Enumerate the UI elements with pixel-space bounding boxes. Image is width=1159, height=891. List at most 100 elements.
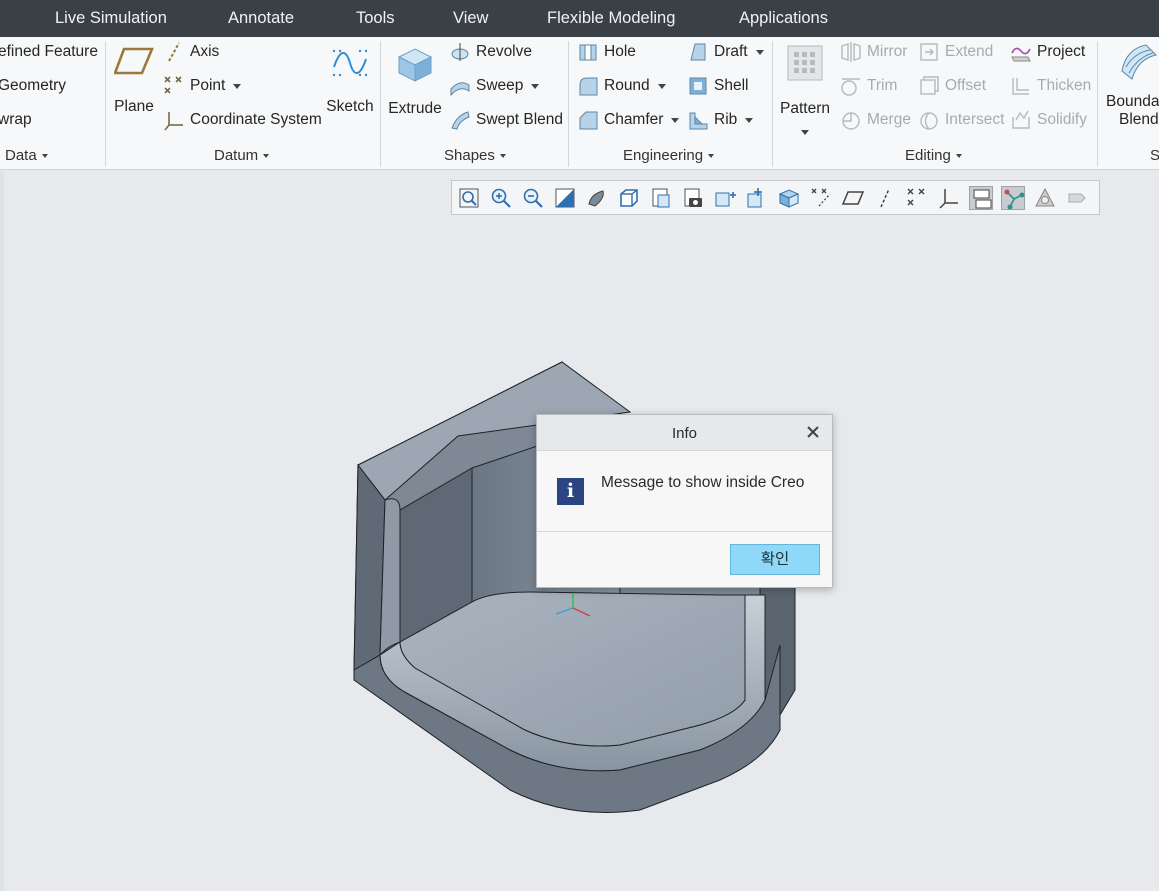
group-divider	[105, 41, 106, 167]
user-defined-feature-button[interactable]: efined Feature	[0, 39, 98, 65]
csys-display-icon[interactable]	[905, 186, 929, 210]
chevron-down-icon	[671, 117, 680, 123]
coordinate-system-icon	[164, 112, 183, 131]
chevron-down-icon	[41, 153, 48, 158]
refit-icon[interactable]	[457, 186, 481, 210]
section-icon[interactable]	[777, 186, 801, 210]
group-label-shapes[interactable]: Shapes	[444, 147, 506, 164]
left-panel-edge	[0, 171, 4, 891]
plane-label: Plane	[114, 98, 154, 115]
chamfer-icon	[579, 111, 598, 130]
perspective-icon[interactable]	[681, 186, 705, 210]
intersect-icon	[920, 112, 938, 130]
active-display-icon[interactable]	[937, 186, 961, 210]
point-display-icon[interactable]	[873, 186, 897, 210]
group-label-editing[interactable]: Editing	[905, 147, 962, 164]
boundary-blend-icon	[1121, 44, 1157, 80]
merge-icon	[842, 112, 860, 130]
sketch-button[interactable]: Sketch	[326, 45, 374, 116]
menu-flexible-modeling[interactable]: Flexible Modeling	[547, 9, 675, 28]
project-button[interactable]: Project	[1010, 39, 1085, 65]
menu-view[interactable]: View	[453, 9, 488, 28]
info-icon: i	[557, 478, 584, 505]
rib-button[interactable]: Rib	[687, 107, 754, 133]
shade-icon[interactable]	[1033, 186, 1057, 210]
menu-live-simulation[interactable]: Live Simulation	[55, 9, 167, 28]
sketch-icon	[332, 49, 368, 77]
plane-button[interactable]: Plane	[112, 45, 156, 116]
zoom-in-icon[interactable]	[489, 186, 513, 210]
ribbon: efined Feature Geometry wrap Data Plane …	[0, 37, 1159, 170]
chevron-down-icon	[233, 83, 242, 89]
solidify-button[interactable]: Solidify	[1010, 107, 1087, 133]
mirror-icon	[841, 42, 861, 62]
spin-center-icon[interactable]	[745, 186, 769, 210]
trim-button[interactable]: Trim	[840, 73, 897, 99]
round-button[interactable]: Round	[577, 73, 666, 99]
info-dialog: Info i Message to show inside Creo 확인	[536, 414, 833, 588]
extend-icon	[920, 43, 938, 61]
plane-display-icon[interactable]	[809, 186, 833, 210]
annotation-display-icon[interactable]	[713, 186, 737, 210]
hole-button[interactable]: Hole	[577, 39, 636, 65]
shell-button[interactable]: Shell	[687, 73, 748, 99]
sweep-button[interactable]: Sweep	[449, 73, 540, 99]
shrinkwrap-button[interactable]: wrap	[0, 107, 32, 133]
saved-orientations-icon[interactable]	[617, 186, 641, 210]
pattern-icon	[787, 45, 823, 81]
pattern-label: Pattern	[780, 100, 830, 117]
visibility-icon[interactable]	[1065, 186, 1089, 210]
display-style-icon[interactable]	[585, 186, 609, 210]
close-icon[interactable]	[804, 423, 822, 441]
menu-applications[interactable]: Applications	[739, 9, 828, 28]
view-manager-icon[interactable]	[649, 186, 673, 210]
node-display-icon[interactable]	[969, 186, 993, 210]
coordinate-system-button[interactable]: Coordinate System	[163, 107, 322, 133]
swept-blend-button[interactable]: Swept Blend	[449, 107, 563, 133]
menu-tools[interactable]: Tools	[356, 9, 395, 28]
chevron-down-icon	[955, 153, 962, 158]
extrude-button[interactable]: Extrude	[386, 43, 444, 118]
pattern-button[interactable]: Pattern	[779, 43, 831, 140]
draft-button[interactable]: Draft	[687, 39, 764, 65]
trim-icon	[841, 78, 860, 96]
chevron-down-icon	[657, 83, 666, 89]
chamfer-button[interactable]: Chamfer	[577, 107, 680, 133]
menu-annotate[interactable]: Annotate	[228, 9, 294, 28]
dialog-body: i Message to show inside Creo	[537, 451, 832, 532]
zoom-out-icon[interactable]	[521, 186, 545, 210]
plane-icon	[113, 47, 154, 75]
graphics-toolbar	[451, 180, 1100, 215]
dialog-titlebar[interactable]: Info	[537, 415, 832, 451]
group-label-data[interactable]: Data	[5, 147, 48, 164]
copy-geometry-button[interactable]: Geometry	[0, 73, 66, 99]
point-button[interactable]: Point	[163, 73, 242, 99]
mirror-button[interactable]: Mirror	[840, 39, 907, 65]
chevron-down-icon	[531, 83, 540, 89]
revolve-button[interactable]: Revolve	[449, 39, 532, 65]
thicken-button[interactable]: Thicken	[1010, 73, 1091, 99]
group-label-surfaces[interactable]: S	[1150, 147, 1159, 164]
ok-button[interactable]: 확인	[730, 544, 820, 575]
hole-icon	[579, 44, 597, 61]
project-icon	[1011, 47, 1031, 62]
chevron-down-icon	[263, 153, 270, 158]
axis-display-icon[interactable]	[841, 186, 865, 210]
boundary-blend-button[interactable]: Bounda Blend	[1103, 41, 1159, 129]
merge-button[interactable]: Merge	[840, 107, 911, 133]
intersect-button[interactable]: Intersect	[918, 107, 1004, 133]
round-icon	[579, 77, 598, 96]
group-label-datum[interactable]: Datum	[214, 147, 270, 164]
appearance-icon[interactable]	[1001, 186, 1025, 210]
extend-button[interactable]: Extend	[918, 39, 993, 65]
solidify-icon	[1012, 110, 1030, 129]
axis-icon	[168, 42, 180, 62]
repaint-icon[interactable]	[553, 186, 577, 210]
chevron-down-icon	[745, 117, 754, 123]
revolve-icon	[451, 43, 469, 61]
chevron-down-icon	[499, 153, 506, 158]
group-label-engineering[interactable]: Engineering	[623, 147, 715, 164]
chevron-down-icon	[708, 153, 715, 158]
axis-button[interactable]: Axis	[163, 39, 219, 65]
offset-button[interactable]: Offset	[918, 73, 986, 99]
